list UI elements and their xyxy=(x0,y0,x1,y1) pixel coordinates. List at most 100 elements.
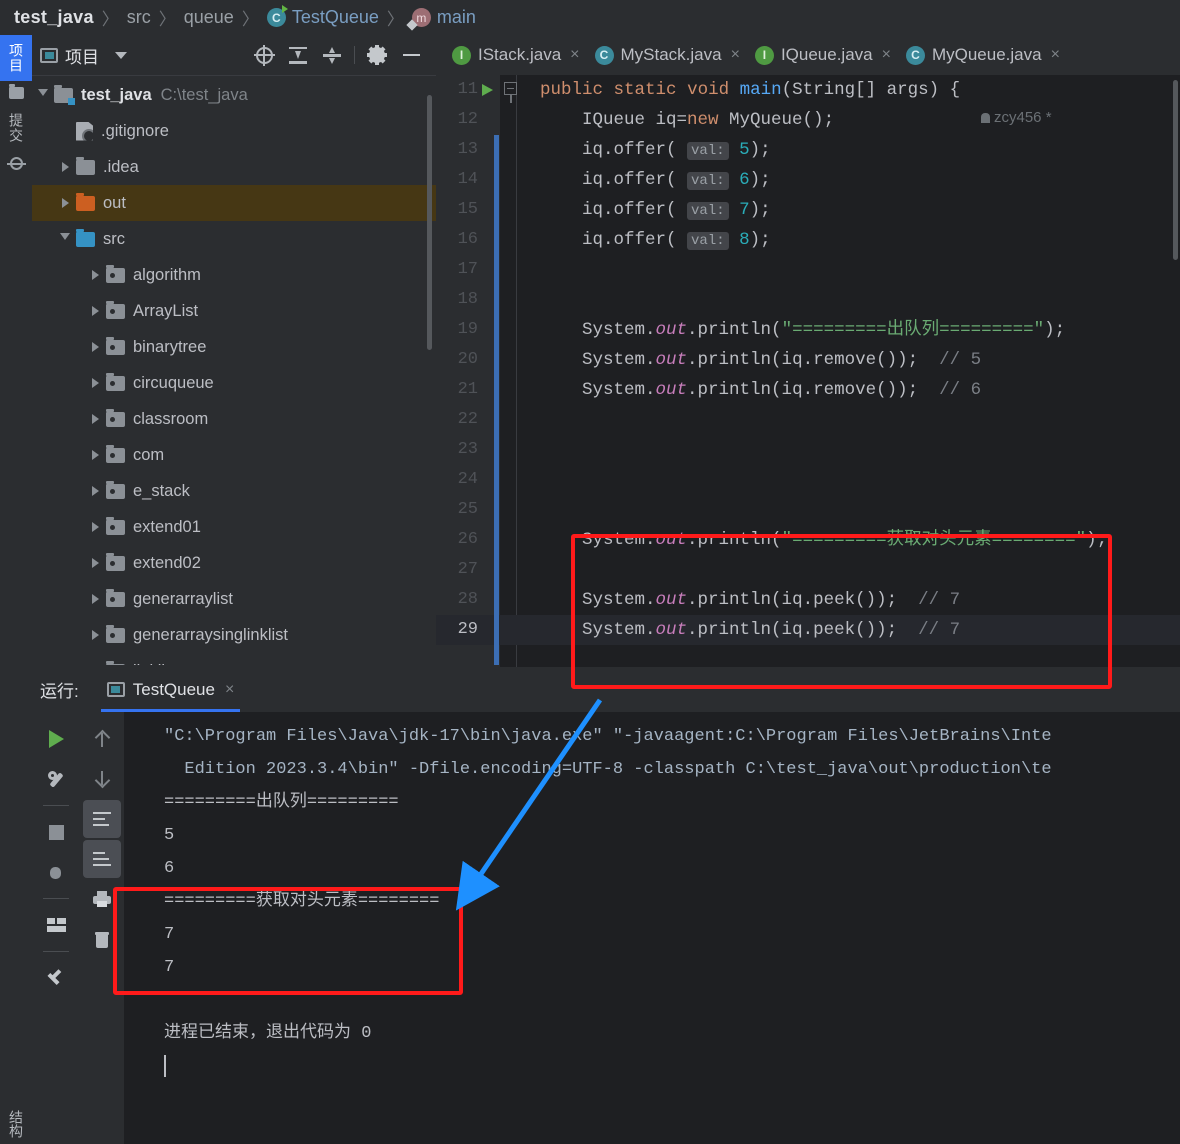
tree-row[interactable]: out xyxy=(32,185,436,221)
editor-scrollbar[interactable] xyxy=(1173,80,1178,260)
scroll-down-button[interactable] xyxy=(83,760,121,798)
gutter-marker[interactable] xyxy=(482,195,500,225)
editor-tab[interactable]: MyQueue.java × xyxy=(898,35,1067,75)
tree-row[interactable]: generarraylist xyxy=(32,581,436,617)
tree-row[interactable]: ArrayList xyxy=(32,293,436,329)
close-icon[interactable]: × xyxy=(570,46,579,64)
settings-wrench-icon[interactable] xyxy=(37,760,75,798)
chevron-right-icon[interactable] xyxy=(54,162,76,172)
gutter-marker[interactable] xyxy=(482,135,500,165)
print-icon[interactable] xyxy=(83,880,121,918)
breadcrumb-src[interactable]: src xyxy=(127,7,151,28)
vcs-gear-icon[interactable] xyxy=(0,151,32,176)
soft-wrap-button[interactable] xyxy=(83,800,121,838)
project-settings-button[interactable] xyxy=(360,38,394,72)
layout-settings-icon[interactable] xyxy=(37,906,75,944)
scroll-to-end-button[interactable] xyxy=(83,840,121,878)
scroll-up-button[interactable] xyxy=(83,720,121,758)
code-line[interactable]: 26 System.out.println("=========获取对头元素==… xyxy=(436,525,1180,555)
close-icon[interactable]: × xyxy=(882,46,891,64)
gutter-marker[interactable] xyxy=(482,165,500,195)
chevron-right-icon[interactable] xyxy=(84,414,106,424)
code-line[interactable]: 18 xyxy=(436,285,1180,315)
code-line[interactable]: 19 System.out.println("=========出队列=====… xyxy=(436,315,1180,345)
select-opened-file-button[interactable] xyxy=(247,38,281,72)
breadcrumb-method[interactable]: main xyxy=(406,7,476,31)
code-line[interactable]: 28 System.out.println(iq.peek()); // 7 xyxy=(436,585,1180,615)
tree-row[interactable]: test_java C:\test_java xyxy=(32,77,436,113)
code-line[interactable]: 12 IQueue iq=new MyQueue(); xyxy=(436,105,1180,135)
gutter-marker[interactable] xyxy=(482,225,500,255)
tree-row[interactable]: linklist xyxy=(32,653,436,665)
gutter-marker[interactable] xyxy=(482,105,500,135)
pin-tab-icon[interactable] xyxy=(37,959,75,997)
tree-row[interactable]: circuqueue xyxy=(32,365,436,401)
code-line[interactable]: 13 iq.offer( val: 5); xyxy=(436,135,1180,165)
gutter-marker[interactable] xyxy=(482,285,500,315)
tree-row[interactable]: .gitignore xyxy=(32,113,436,149)
gutter-marker[interactable] xyxy=(482,375,500,405)
chevron-down-icon[interactable] xyxy=(54,233,76,245)
console-output[interactable]: "C:\Program Files\Java\jdk-17\bin\java.e… xyxy=(124,712,1180,1144)
close-icon[interactable]: × xyxy=(731,46,740,64)
gutter-marker[interactable] xyxy=(482,585,500,615)
project-scrollbar[interactable] xyxy=(427,95,432,350)
hide-panel-button[interactable] xyxy=(394,38,428,72)
gutter-marker[interactable] xyxy=(482,495,500,525)
gutter-marker[interactable] xyxy=(482,405,500,435)
tree-row[interactable]: com xyxy=(32,437,436,473)
chevron-right-icon[interactable] xyxy=(84,558,106,568)
gutter-marker[interactable] xyxy=(482,435,500,465)
chevron-right-icon[interactable] xyxy=(84,630,106,640)
run-tab-testqueue[interactable]: TestQueue × xyxy=(100,667,241,712)
chevron-right-icon[interactable] xyxy=(84,486,106,496)
collapse-all-button[interactable] xyxy=(315,38,349,72)
chevron-right-icon[interactable] xyxy=(84,306,106,316)
chevron-down-icon[interactable] xyxy=(115,51,127,59)
chevron-right-icon[interactable] xyxy=(84,270,106,280)
sidebar-item-project[interactable]: 项目 xyxy=(0,35,32,81)
code-line[interactable]: 24 xyxy=(436,465,1180,495)
code-line[interactable]: 22 xyxy=(436,405,1180,435)
tree-row[interactable]: src xyxy=(32,221,436,257)
code-line[interactable]: 27 xyxy=(436,555,1180,585)
gutter-marker[interactable] xyxy=(482,525,500,555)
gutter-marker[interactable] xyxy=(482,315,500,345)
sidebar-item-structure[interactable]: 结构 xyxy=(0,1110,32,1138)
code-line[interactable]: 29 System.out.println(iq.peek()); // 7 xyxy=(436,615,1180,645)
rerun-button[interactable] xyxy=(37,720,75,758)
chevron-right-icon[interactable] xyxy=(84,378,106,388)
tree-row[interactable]: extend02 xyxy=(32,545,436,581)
tree-row[interactable]: e_stack xyxy=(32,473,436,509)
run-method-icon[interactable] xyxy=(482,84,493,96)
breadcrumb-package[interactable]: queue xyxy=(184,7,234,28)
editor-tab[interactable]: IStack.java × xyxy=(444,35,587,75)
chevron-right-icon[interactable] xyxy=(84,522,106,532)
close-icon[interactable]: × xyxy=(225,681,234,699)
code-line[interactable]: 21 System.out.println(iq.remove()); // 6 xyxy=(436,375,1180,405)
code-line[interactable]: 11 public static void main(String[] args)… xyxy=(436,75,1180,105)
tree-row[interactable]: algorithm xyxy=(32,257,436,293)
tree-row[interactable]: classroom xyxy=(32,401,436,437)
code-line[interactable]: 25 xyxy=(436,495,1180,525)
gutter-marker[interactable] xyxy=(482,75,517,105)
project-tree[interactable]: test_java C:\test_java .gitignore .idea out s… xyxy=(32,75,436,665)
clear-all-icon[interactable] xyxy=(83,920,121,958)
tree-row[interactable]: .idea xyxy=(32,149,436,185)
code-line[interactable]: 16 iq.offer( val: 8); xyxy=(436,225,1180,255)
breadcrumb-class[interactable]: TestQueue xyxy=(266,5,379,28)
code-line[interactable]: 15 iq.offer( val: 7); xyxy=(436,195,1180,225)
chevron-down-icon[interactable] xyxy=(32,89,54,101)
code-line[interactable]: 17 xyxy=(436,255,1180,285)
gutter-marker[interactable] xyxy=(482,615,500,645)
chevron-right-icon[interactable] xyxy=(84,594,106,604)
chevron-right-icon[interactable] xyxy=(54,198,76,208)
expand-all-button[interactable] xyxy=(281,38,315,72)
editor-tab[interactable]: MyStack.java × xyxy=(587,35,747,75)
tree-row[interactable]: extend01 xyxy=(32,509,436,545)
gutter-marker[interactable] xyxy=(482,255,500,285)
code-line[interactable]: 14 iq.offer( val: 6); xyxy=(436,165,1180,195)
gutter-marker[interactable] xyxy=(482,345,500,375)
gutter-marker[interactable] xyxy=(482,465,500,495)
debug-icon[interactable] xyxy=(37,853,75,891)
